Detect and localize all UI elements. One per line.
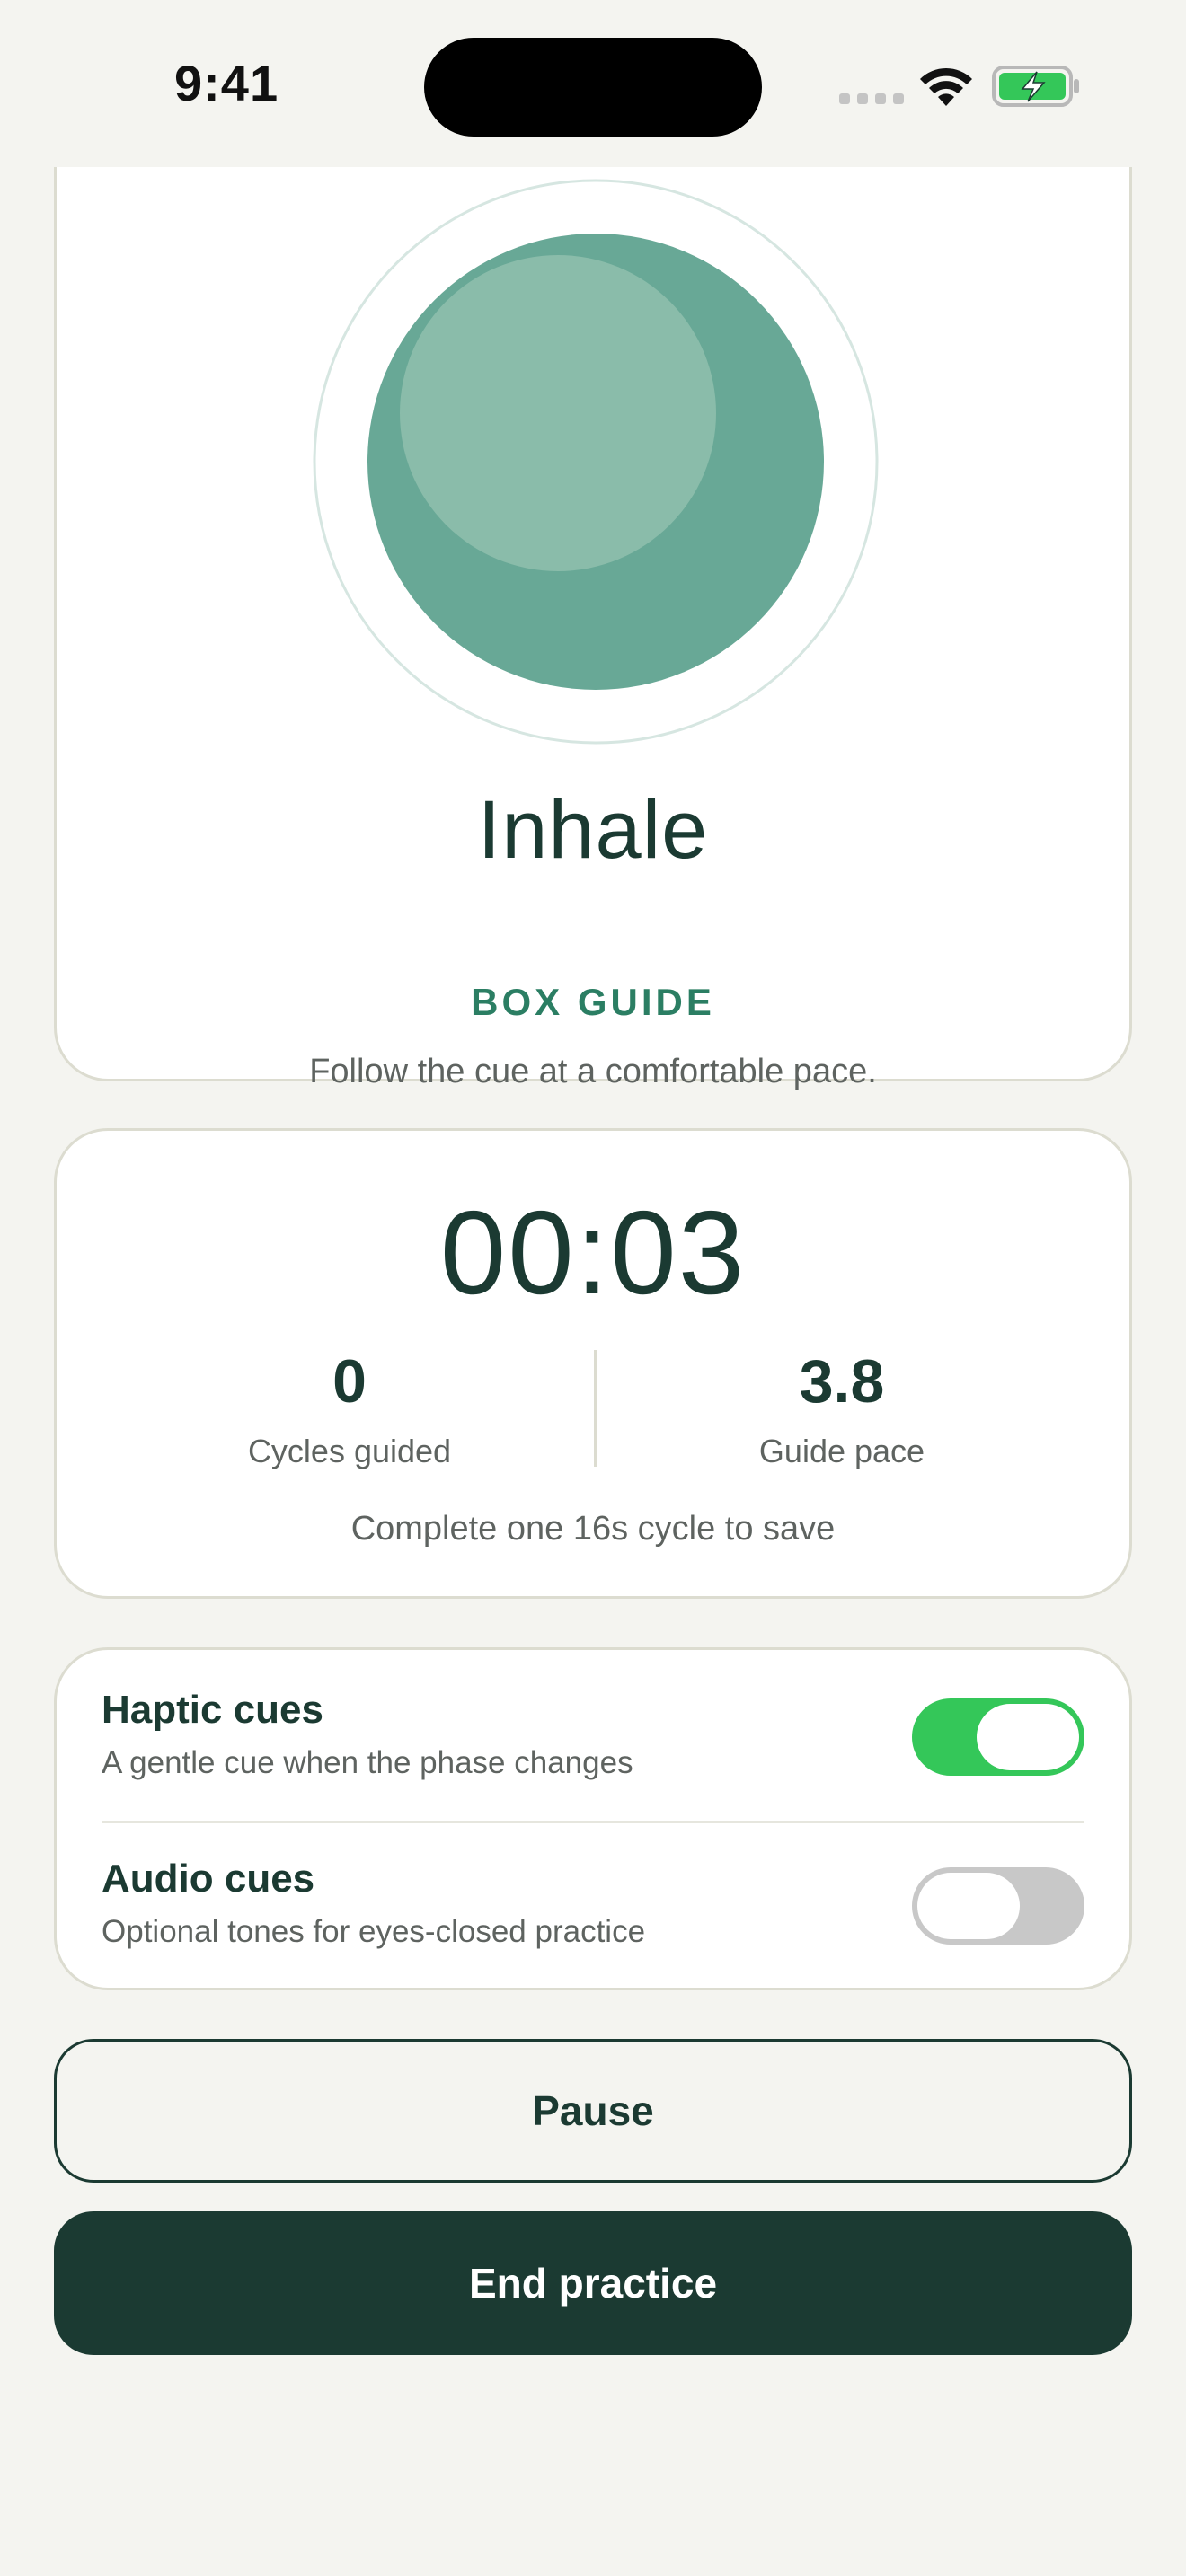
breath-phase-label: Inhale bbox=[477, 784, 709, 876]
end-practice-button[interactable]: End practice bbox=[54, 2211, 1132, 2355]
haptic-cues-row: Haptic cues A gentle cue when the phase … bbox=[102, 1688, 1084, 1822]
cycles-stat: 0 Cycles guided bbox=[170, 1346, 529, 1470]
save-requirement-hint: Complete one 16s cycle to save bbox=[350, 1510, 836, 1548]
audio-cues-row: Audio cues Optional tones for eyes-close… bbox=[102, 1857, 1084, 1991]
toggle-knob bbox=[917, 1873, 1020, 1939]
wifi-icon bbox=[920, 67, 972, 106]
breathing-session-screen: 9:41 Inhale BOX GUIDE Follow the cue at … bbox=[0, 0, 1186, 2576]
cues-divider bbox=[102, 1821, 1084, 1823]
orb-highlight bbox=[400, 255, 716, 571]
breathing-orb bbox=[313, 179, 879, 745]
breathing-guide-card: Inhale BOX GUIDE Follow the cue at a com… bbox=[54, 90, 1132, 1090]
haptic-cues-toggle[interactable] bbox=[912, 1698, 1084, 1776]
pace-label: Guide pace bbox=[758, 1433, 925, 1469]
battery-charging-icon bbox=[992, 66, 1079, 107]
status-time: 9:41 bbox=[174, 55, 279, 111]
status-bar: 9:41 bbox=[0, 0, 1186, 167]
cycles-label: Cycles guided bbox=[247, 1433, 452, 1469]
elapsed-timer: 00:03 bbox=[439, 1187, 747, 1319]
cues-settings-card: Haptic cues A gentle cue when the phase … bbox=[54, 1647, 1132, 1990]
pace-hint: Follow the cue at a comfortable pace. bbox=[309, 1053, 877, 1090]
dynamic-island bbox=[424, 38, 762, 137]
guide-type-label: BOX GUIDE bbox=[471, 981, 715, 1023]
audio-cues-toggle[interactable] bbox=[912, 1867, 1084, 1945]
pace-value: 3.8 bbox=[799, 1347, 885, 1416]
pace-stat: 3.8 Guide pace bbox=[662, 1346, 1022, 1470]
toggle-knob bbox=[977, 1704, 1079, 1770]
pause-button[interactable]: Pause bbox=[54, 2039, 1132, 2183]
cellular-signal-icon bbox=[839, 93, 904, 104]
stat-divider bbox=[594, 1350, 597, 1467]
cycles-value: 0 bbox=[332, 1347, 367, 1416]
session-timer-card: 00:03 0 Cycles guided 3.8 Guide pace Com… bbox=[54, 1128, 1132, 1599]
